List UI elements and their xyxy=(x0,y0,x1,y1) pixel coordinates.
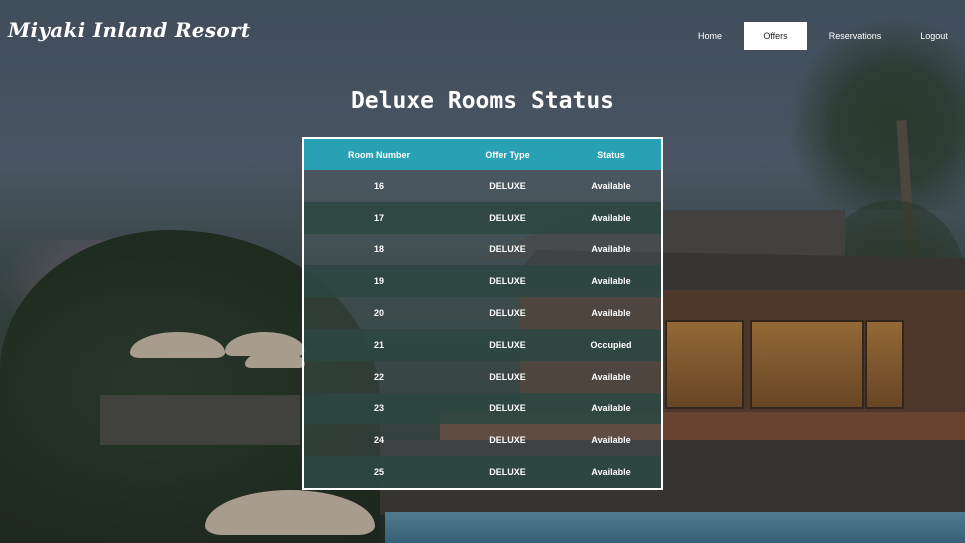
offer-type-cell: DELUXE xyxy=(489,435,526,446)
status-cell: Occupied xyxy=(590,339,632,350)
room-number-cell: 19 xyxy=(373,276,384,287)
table-row: 23 DELUXE Available xyxy=(304,392,661,425)
status-cell: Available xyxy=(591,435,631,446)
offer-type-cell: DELUXE xyxy=(489,244,526,255)
status-cell: Available xyxy=(591,308,631,319)
table-row: 16 DELUXE Available xyxy=(304,170,661,202)
offer-type-cell: DELUXE xyxy=(489,371,526,382)
offer-type-cell: DELUXE xyxy=(489,180,526,191)
table-row: 18 DELUXE Available xyxy=(304,233,661,266)
room-number-cell: 23 xyxy=(373,403,384,414)
table-row: 17 DELUXE Available xyxy=(304,201,661,234)
status-cell: Available xyxy=(591,244,631,255)
nav-home-link[interactable]: Home xyxy=(676,22,744,50)
room-number-cell: 18 xyxy=(373,244,384,255)
main-nav: Home Offers Reservations Logout xyxy=(676,22,965,50)
offer-type-cell: DELUXE xyxy=(489,276,526,287)
nav-logout-link[interactable]: Logout xyxy=(903,22,965,50)
table-row: 25 DELUXE Available xyxy=(304,456,661,488)
table-row: 22 DELUXE Available xyxy=(304,360,661,393)
room-number-cell: 16 xyxy=(373,180,384,191)
nav-reservations-link[interactable]: Reservations xyxy=(807,22,903,50)
offer-type-cell: DELUXE xyxy=(489,212,526,223)
column-header-status: Status xyxy=(597,149,625,160)
page: Miyaki Inland Resort Home Offers Reserva… xyxy=(0,0,965,543)
table-header: Room Number Offer Type Status xyxy=(304,139,661,170)
column-header-room-number: Room Number xyxy=(347,149,410,160)
table-header-row: Room Number Offer Type Status xyxy=(304,139,661,170)
offer-type-cell: DELUXE xyxy=(489,339,526,350)
nav-offers-link[interactable]: Offers xyxy=(744,22,807,50)
status-cell: Available xyxy=(591,212,631,223)
table-row: 21 DELUXE Occupied xyxy=(304,328,661,361)
status-cell: Available xyxy=(591,467,631,478)
offer-type-cell: DELUXE xyxy=(489,403,526,414)
status-cell: Available xyxy=(591,180,631,191)
room-number-cell: 22 xyxy=(373,371,384,382)
rooms-table-container: Room Number Offer Type Status 16 DELUXE … xyxy=(302,137,663,490)
room-number-cell: 17 xyxy=(373,212,384,223)
column-header-offer-type: Offer Type xyxy=(485,149,530,160)
table-row: 24 DELUXE Available xyxy=(304,424,661,457)
status-cell: Available xyxy=(591,403,631,414)
rooms-status-table: Room Number Offer Type Status 16 DELUXE … xyxy=(304,139,661,488)
page-title: Deluxe Rooms Status xyxy=(350,88,615,114)
room-number-cell: 20 xyxy=(373,308,384,319)
table-row: 19 DELUXE Available xyxy=(304,265,661,298)
table-body: 16 DELUXE Available 17 DELUXE Available … xyxy=(304,170,661,488)
room-number-cell: 24 xyxy=(373,435,384,446)
room-number-cell: 25 xyxy=(373,467,384,478)
status-cell: Available xyxy=(591,371,631,382)
offer-type-cell: DELUXE xyxy=(489,308,526,319)
brand-logo[interactable]: Miyaki Inland Resort xyxy=(8,18,250,42)
status-cell: Available xyxy=(591,276,631,287)
table-row: 20 DELUXE Available xyxy=(304,297,661,329)
room-number-cell: 21 xyxy=(373,339,384,350)
offer-type-cell: DELUXE xyxy=(489,467,526,478)
